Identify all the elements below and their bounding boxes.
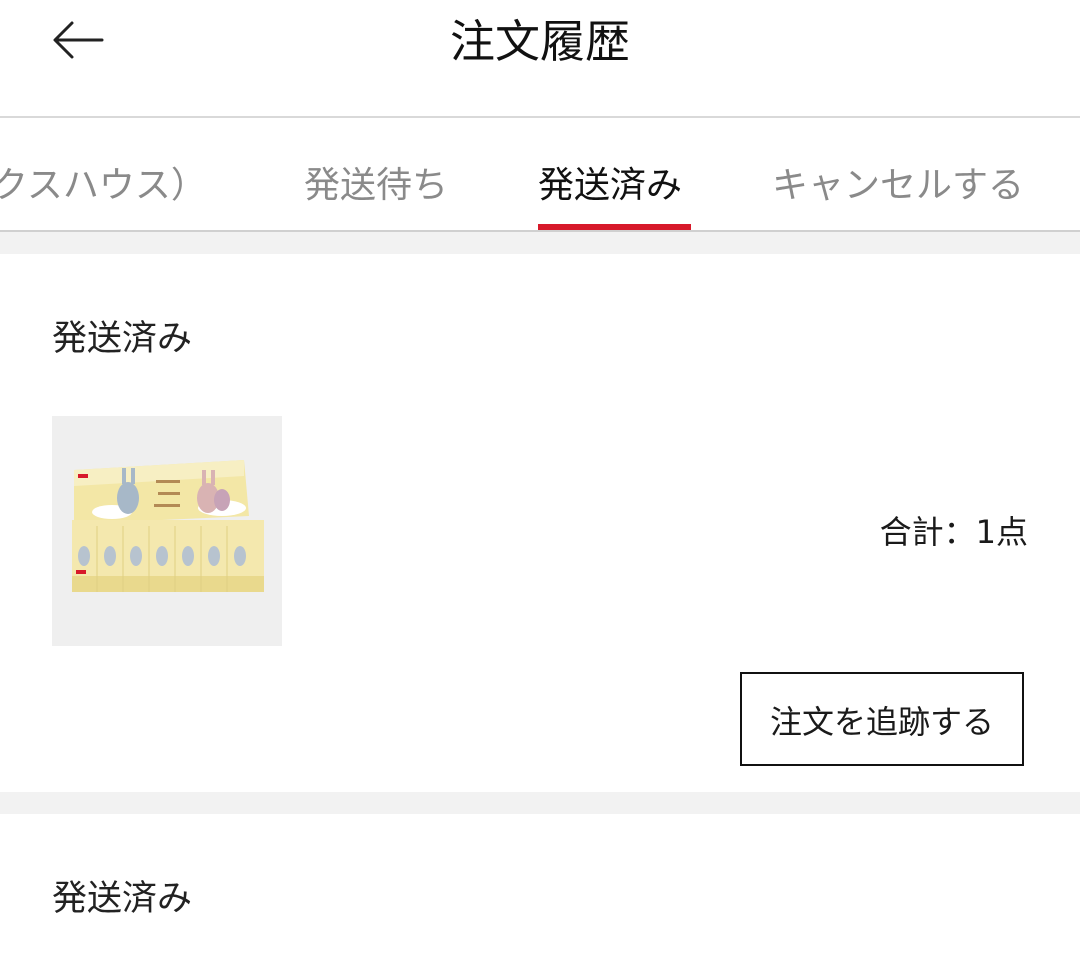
order-item-count: 合計：1点 xyxy=(879,513,1028,551)
section-divider xyxy=(0,232,1080,254)
order-status-label: 発送済み xyxy=(52,319,193,359)
section-divider xyxy=(0,792,1080,814)
order-status-tabs: クスハウス） 発送待ち 発送済み キャンセルする xyxy=(0,118,1080,232)
product-thumbnail[interactable] xyxy=(52,416,282,646)
track-order-button[interactable]: 注文を追跡する xyxy=(740,672,1024,766)
order-status-label: 発送済み xyxy=(52,879,193,919)
tab-shipped[interactable]: 発送済み xyxy=(538,162,682,210)
app-header: 注文履歴 xyxy=(0,0,1080,118)
product-box-image xyxy=(52,416,282,646)
order-card[interactable]: 発送済み xyxy=(0,254,1080,792)
tab-awaiting-shipment[interactable]: 発送待ち xyxy=(304,162,448,210)
active-tab-indicator xyxy=(538,224,691,230)
tab-cancel[interactable]: キャンセルする xyxy=(772,162,1024,210)
order-card[interactable]: 発送済み xyxy=(0,814,1080,957)
tab-all[interactable]: クスハウス） xyxy=(0,162,207,210)
page-title: 注文履歴 xyxy=(449,15,630,68)
